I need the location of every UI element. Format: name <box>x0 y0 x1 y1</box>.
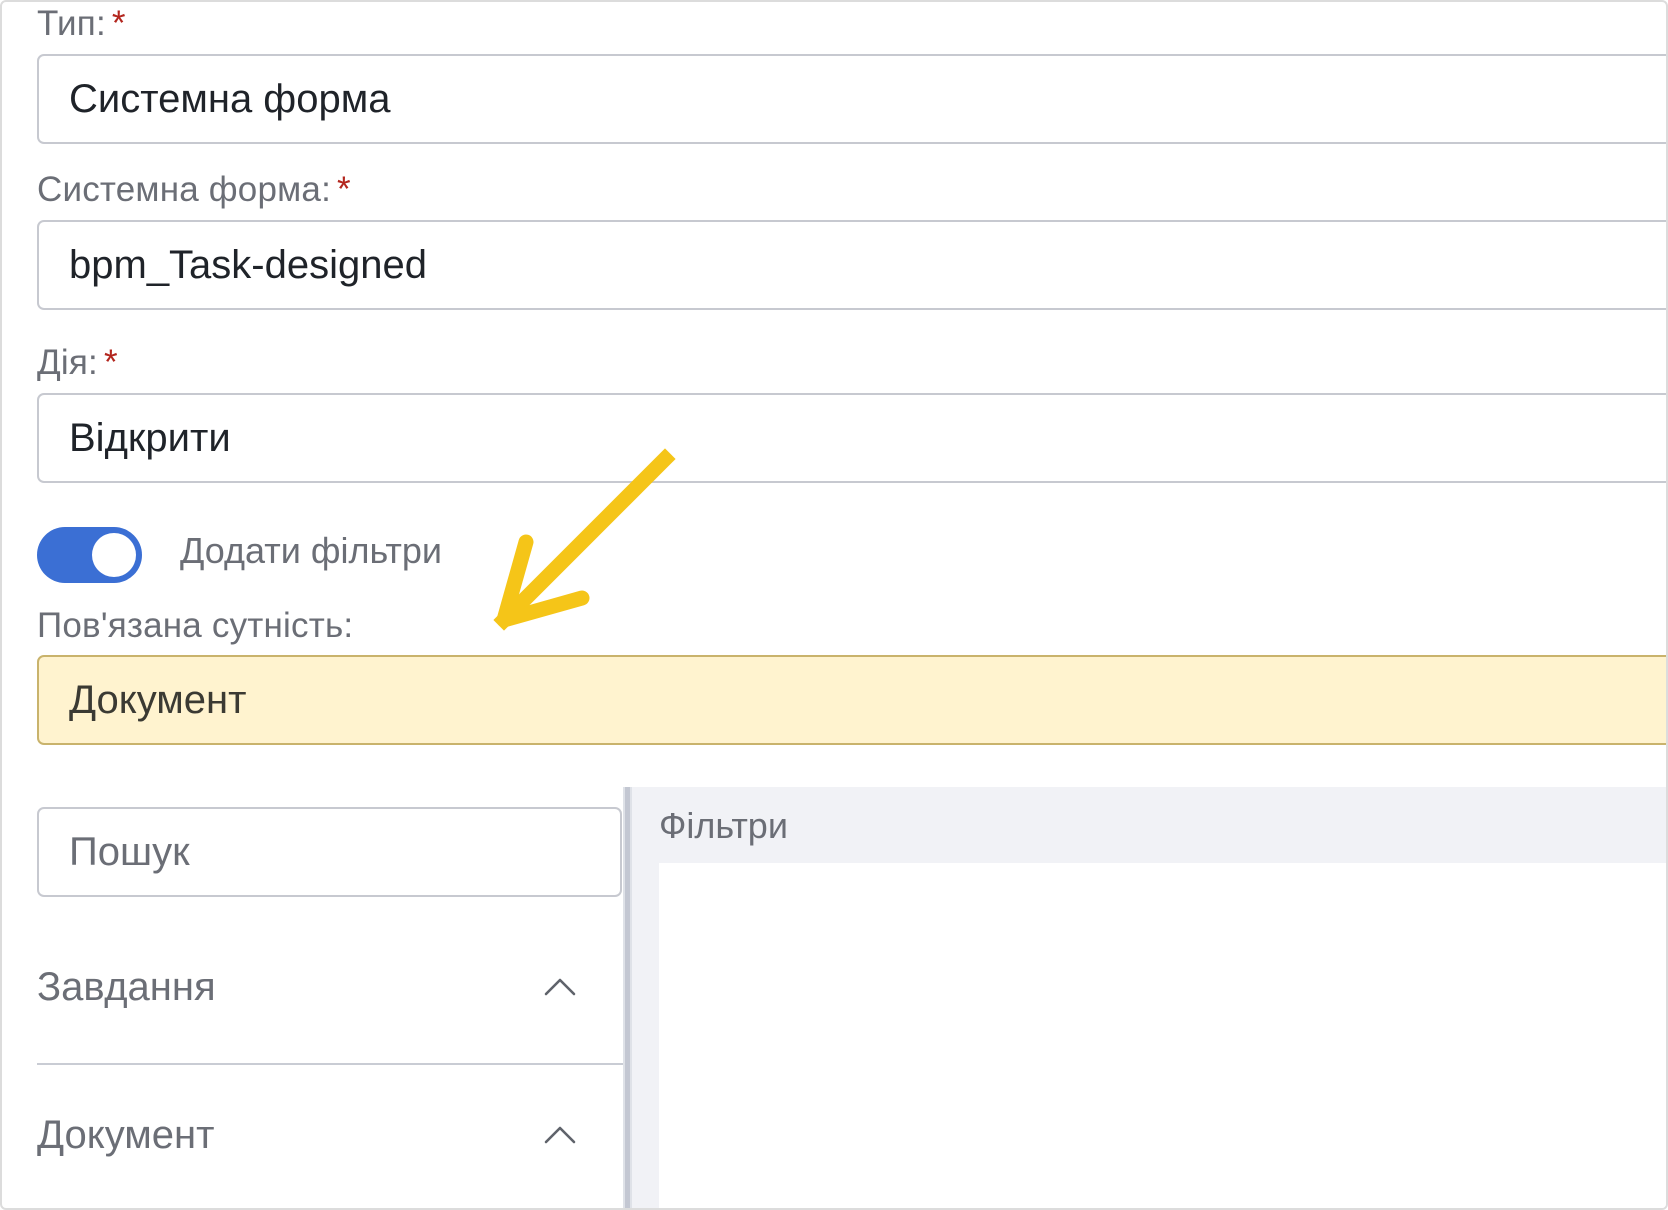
action-select[interactable]: Відкрити <box>37 393 1666 483</box>
add-filters-label: Додати фільтри <box>180 530 443 571</box>
chevron-up-icon[interactable] <box>542 1117 578 1153</box>
type-label: Тип: * <box>37 4 126 44</box>
type-label-text: Тип: <box>37 4 106 43</box>
search-input[interactable]: Пошук <box>37 807 622 897</box>
filters-panel: Фільтри <box>632 787 1666 1208</box>
section-task[interactable]: Завдання <box>37 947 622 1027</box>
system-form-select[interactable]: bpm_Task-designed <box>37 220 1666 310</box>
section-divider <box>37 1063 623 1065</box>
system-form-label: Системна форма: * <box>37 170 351 210</box>
section-document[interactable]: Документ <box>37 1095 622 1175</box>
add-filters-toggle[interactable] <box>37 527 142 583</box>
type-value: Системна форма <box>69 77 391 121</box>
related-entity-value: Документ <box>69 678 247 722</box>
section-document-title: Документ <box>37 1113 215 1157</box>
section-task-title: Завдання <box>37 965 216 1009</box>
action-value: Відкрити <box>69 416 231 460</box>
search-placeholder: Пошук <box>69 830 190 874</box>
related-entity-label: Пов'язана сутність: <box>37 606 354 645</box>
filters-title: Фільтри <box>659 805 788 846</box>
system-form-label-text: Системна форма: <box>37 170 331 209</box>
related-entity-select[interactable]: Документ <box>37 655 1666 745</box>
required-mark: * <box>103 343 118 382</box>
action-label: Дія: * <box>37 343 118 383</box>
toggle-knob <box>92 533 136 577</box>
required-mark: * <box>111 4 126 43</box>
panel-splitter[interactable] <box>623 787 632 1208</box>
required-mark: * <box>337 170 351 209</box>
system-form-value: bpm_Task-designed <box>69 243 427 287</box>
arrow-pointer-icon <box>493 448 676 631</box>
form-container: Тип: * Системна форма Системна форма: * bp… <box>0 0 1668 1210</box>
chevron-up-icon[interactable] <box>542 969 578 1005</box>
filters-drop-area[interactable] <box>659 863 1666 1208</box>
type-select[interactable]: Системна форма <box>37 54 1666 144</box>
action-label-text: Дія: <box>37 343 98 382</box>
